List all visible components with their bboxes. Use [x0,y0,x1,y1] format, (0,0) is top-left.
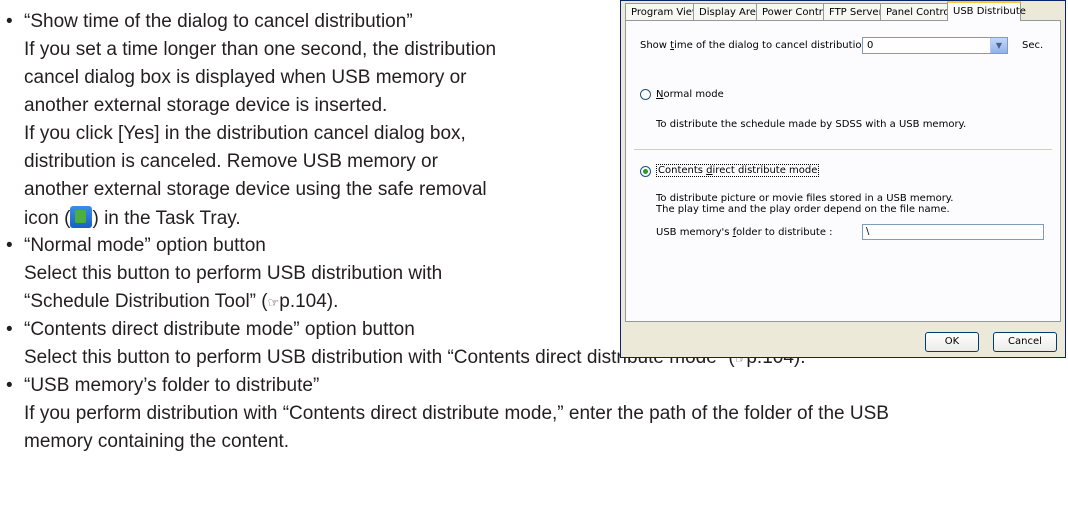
folder-text-2: memory containing the content. [24,431,290,452]
page-reference-icon: ☞ [267,295,280,310]
usb-distribute-panel: Show time of the dialog to cancel distri… [625,20,1061,322]
contents-mode-label[interactable]: Contents direct distribute mode [656,164,820,177]
cancel-button[interactable]: Cancel [993,332,1057,352]
show-time-text-5: distribution is canceled. Remove USB mem… [24,151,438,172]
chevron-down-icon[interactable]: ▼ [990,38,1007,53]
show-time-text-7: icon ( ) in the Task Tray. [24,206,241,231]
folder-text-1: If you perform distribution with “Conten… [24,403,889,424]
contents-mode-description-2: The play time and the play order depend … [656,204,950,215]
show-time-unit: Sec. [1022,40,1044,51]
normal-mode-text-1: Select this button to perform USB distri… [24,263,443,284]
contents-mode-radio[interactable] [640,166,651,177]
normal-mode-description: To distribute the schedule made by SDSS … [656,119,967,130]
usb-distribute-dialog: Program Viewer Display Area Power Contro… [620,0,1066,358]
tab-usb-distribute[interactable]: USB Distribute [947,1,1026,21]
folder-label: USB memory's folder to distribute : [656,227,833,238]
show-time-label: Show time of the dialog to cancel distri… [640,40,872,51]
show-time-select[interactable]: 0 ▼ [862,37,1008,54]
contents-mode-title: “Contents direct distribute mode” option… [24,319,415,340]
bullet-normal-mode: • [6,235,13,256]
normal-mode-text-2a: “Schedule Distribution Tool” ( [24,291,268,312]
tab-ftp-server[interactable]: FTP Server [823,3,883,20]
show-time-text-7b: ) in the Task Tray. [92,208,241,229]
safe-removal-icon [70,206,93,228]
show-time-text-2: cancel dialog box is displayed when USB … [24,67,467,88]
show-time-text-3: another external storage device is inser… [24,95,388,116]
bullet-folder: • [6,375,13,396]
tab-display-area[interactable]: Display Area [693,3,762,20]
contents-mode-description-1: To distribute picture or movie files sto… [656,193,954,204]
tab-power-control[interactable]: Power Control [756,3,832,20]
normal-mode-radio[interactable] [640,89,651,100]
normal-mode-text-2: “Schedule Distribution Tool” (☞p.104). [24,290,338,315]
show-time-text-1: If you set a time longer than one second… [24,39,497,60]
bullet-show-time: • [6,11,13,32]
show-time-title: “Show time of the dialog to cancel distr… [24,11,413,32]
show-time-text-6: another external storage device using th… [24,179,487,200]
show-time-text-7a: icon ( [24,208,71,229]
normal-mode-text-2b: p.104). [279,291,339,312]
ok-button[interactable]: OK [925,332,979,352]
normal-mode-title: “Normal mode” option button [24,235,266,256]
folder-title: “USB memory’s folder to distribute” [24,375,320,396]
show-time-value: 0 [867,40,874,51]
section-divider [634,149,1052,150]
show-time-text-4: If you click [Yes] in the distribution c… [24,123,466,144]
bullet-contents-mode: • [6,319,13,340]
tab-panel-control[interactable]: Panel Control [880,3,952,20]
tab-program-viewer[interactable]: Program Viewer [625,3,710,20]
normal-mode-label[interactable]: Normal mode [656,89,724,100]
folder-path-input[interactable]: \ [862,224,1044,240]
